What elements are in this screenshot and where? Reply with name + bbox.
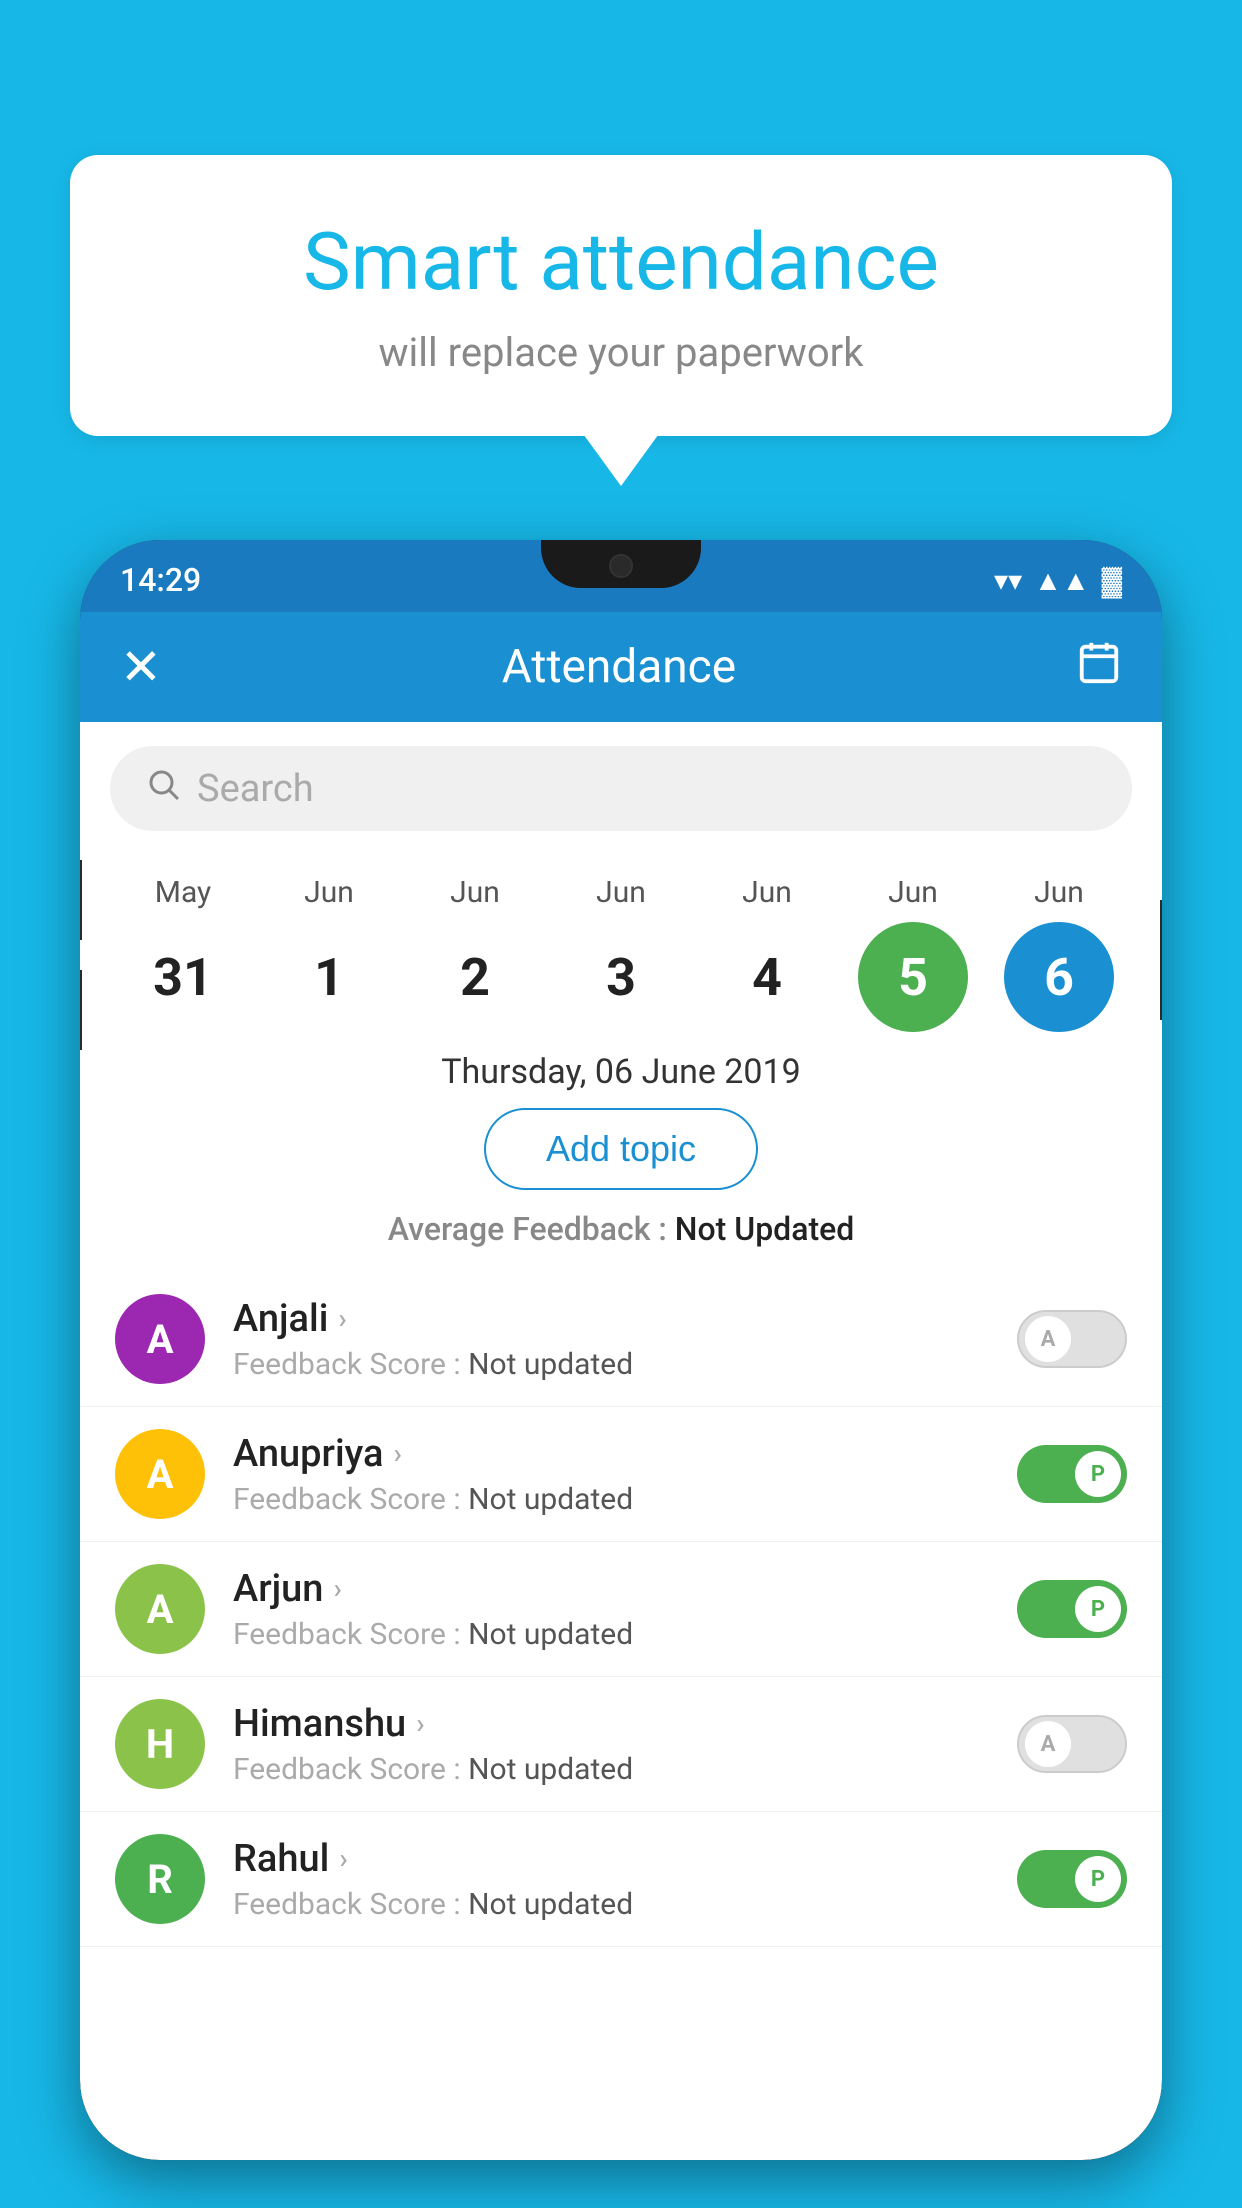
battery-icon: ▓ [1102,564,1122,597]
cal-date-5: 5 [858,922,968,1032]
close-button[interactable]: ✕ [120,638,162,697]
speech-bubble-container: Smart attendance will replace your paper… [70,155,1172,436]
cal-month-0: May [155,875,211,910]
student-avatar-3: H [115,1699,205,1789]
student-avatar-4: R [115,1834,205,1924]
calendar-day-2[interactable]: Jun 2 [405,875,545,1032]
student-feedback-4: Feedback Score : Not updated [233,1887,989,1922]
student-feedback-2: Feedback Score : Not updated [233,1617,989,1652]
student-avatar-1: A [115,1429,205,1519]
calendar-day-5[interactable]: Jun 5 [843,875,983,1032]
front-camera [609,554,633,578]
calendar-icon[interactable] [1076,639,1122,695]
cal-date-1: 1 [274,922,384,1032]
phone-notch [541,540,701,588]
student-name-1: Anupriya › [233,1432,989,1476]
calendar-day-0[interactable]: May 31 [113,875,253,1032]
chevron-icon: › [339,1842,347,1875]
cal-month-5: Jun [888,875,938,910]
student-name-0: Anjali › [233,1297,989,1341]
student-list-item[interactable]: A Anjali › Feedback Score : Not updated … [80,1272,1162,1407]
cal-date-4: 4 [712,922,822,1032]
cal-month-2: Jun [450,875,500,910]
status-icons: ▾▾ ▲▲ ▓ [994,564,1122,597]
cal-date-0: 31 [128,922,238,1032]
attendance-toggle-0[interactable]: A [1017,1310,1127,1368]
toggle-knob-4: P [1075,1856,1121,1902]
power-button [1160,900,1162,1020]
screen-title: Attendance [502,640,736,694]
student-name-3: Himanshu › [233,1702,989,1746]
attendance-toggle-1[interactable]: P [1017,1445,1127,1503]
attendance-toggle-3[interactable]: A [1017,1715,1127,1773]
student-list-item[interactable]: H Himanshu › Feedback Score : Not update… [80,1677,1162,1812]
toggle-knob-1: P [1075,1451,1121,1497]
chevron-icon: › [393,1437,401,1470]
bubble-title: Smart attendance [150,215,1092,309]
phone-frame: 14:29 ▾▾ ▲▲ ▓ ✕ Attendance [80,540,1162,2160]
status-time: 14:29 [120,561,201,599]
search-placeholder: Search [197,767,314,811]
chevron-icon: › [416,1707,424,1740]
student-info-4: Rahul › Feedback Score : Not updated [233,1837,989,1922]
cal-month-3: Jun [596,875,646,910]
cal-date-2: 2 [420,922,530,1032]
search-icon [145,766,181,811]
volume-up-button [80,860,82,940]
student-name-2: Arjun › [233,1567,989,1611]
toggle-knob-0: A [1025,1316,1071,1362]
calendar-day-4[interactable]: Jun 4 [697,875,837,1032]
student-info-1: Anupriya › Feedback Score : Not updated [233,1432,989,1517]
calendar-day-3[interactable]: Jun 3 [551,875,691,1032]
cal-month-4: Jun [742,875,792,910]
wifi-icon: ▾▾ [994,564,1022,597]
student-list: A Anjali › Feedback Score : Not updated … [80,1272,1162,1947]
chevron-icon: › [338,1302,346,1335]
app-toolbar: ✕ Attendance [80,612,1162,722]
volume-down-button [80,970,82,1050]
student-list-item[interactable]: A Anupriya › Feedback Score : Not update… [80,1407,1162,1542]
selected-date-label: Thursday, 06 June 2019 [80,1052,1162,1092]
attendance-toggle-2[interactable]: P [1017,1580,1127,1638]
calendar-strip: May 31 Jun 1 Jun 2 Jun 3 Jun 4 Jun 5 Jun… [80,855,1162,1032]
student-feedback-3: Feedback Score : Not updated [233,1752,989,1787]
student-info-3: Himanshu › Feedback Score : Not updated [233,1702,989,1787]
phone-container: 14:29 ▾▾ ▲▲ ▓ ✕ Attendance [80,540,1162,2208]
search-bar[interactable]: Search [110,746,1132,831]
average-feedback: Average Feedback : Not Updated [80,1210,1162,1248]
student-feedback-0: Feedback Score : Not updated [233,1347,989,1382]
phone-content: Search May 31 Jun 1 Jun 2 Jun 3 Jun 4 Ju… [80,722,1162,2160]
student-list-item[interactable]: R Rahul › Feedback Score : Not updated P [80,1812,1162,1947]
toggle-knob-2: P [1075,1586,1121,1632]
student-feedback-1: Feedback Score : Not updated [233,1482,989,1517]
chevron-icon: › [333,1572,341,1605]
add-topic-button[interactable]: Add topic [484,1108,758,1190]
calendar-day-1[interactable]: Jun 1 [259,875,399,1032]
speech-bubble: Smart attendance will replace your paper… [70,155,1172,436]
cal-month-1: Jun [304,875,354,910]
toggle-knob-3: A [1025,1721,1071,1767]
student-info-2: Arjun › Feedback Score : Not updated [233,1567,989,1652]
student-info-0: Anjali › Feedback Score : Not updated [233,1297,989,1382]
signal-icon: ▲▲ [1034,564,1089,597]
student-avatar-2: A [115,1564,205,1654]
student-name-4: Rahul › [233,1837,989,1881]
bubble-subtitle: will replace your paperwork [150,329,1092,376]
calendar-day-6[interactable]: Jun 6 [989,875,1129,1032]
student-list-item[interactable]: A Arjun › Feedback Score : Not updated P [80,1542,1162,1677]
student-avatar-0: A [115,1294,205,1384]
cal-month-6: Jun [1034,875,1084,910]
attendance-toggle-4[interactable]: P [1017,1850,1127,1908]
cal-date-6: 6 [1004,922,1114,1032]
cal-date-3: 3 [566,922,676,1032]
